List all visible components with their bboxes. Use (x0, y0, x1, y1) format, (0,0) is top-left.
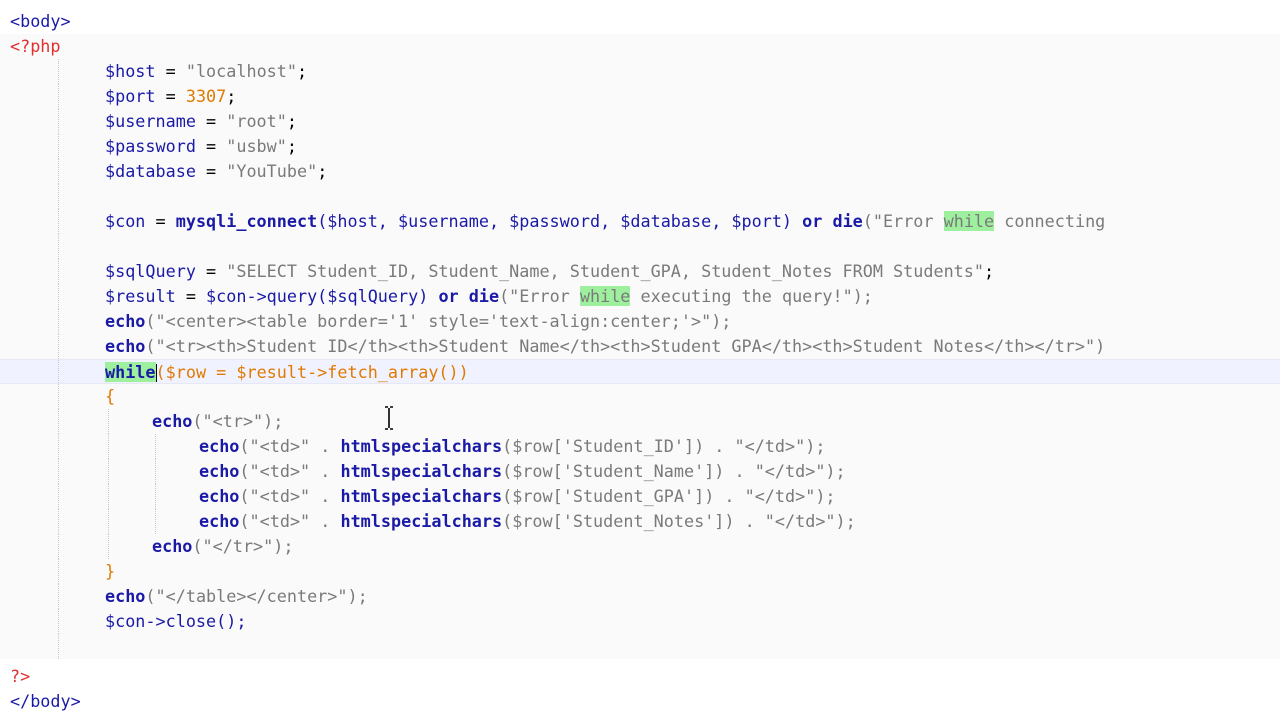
indent-guide (58, 584, 59, 609)
code-line-brace-close[interactable]: } (0, 559, 1280, 584)
indent-guide (108, 409, 109, 434)
indent-guide (58, 109, 59, 134)
indent-guide (58, 360, 59, 383)
indent-guide (58, 134, 59, 159)
ibeam-cursor-icon (385, 406, 393, 430)
code-editor[interactable]: <body> <?php $host = "localhost"; $port … (0, 0, 1280, 720)
code-line-connect[interactable]: $con = mysqli_connect($host, $username, … (0, 209, 1280, 234)
code-line-2[interactable]: <?php (0, 34, 1280, 59)
code-text: echo("</table></center>"); (105, 586, 368, 606)
indent-guide (58, 159, 59, 184)
code-line-blank[interactable] (0, 634, 1280, 659)
code-text: echo("</tr>"); (152, 536, 294, 556)
indent-guide (58, 84, 59, 109)
code-text: $host = "localhost"; (105, 61, 308, 81)
code-line-blank[interactable] (0, 184, 1280, 209)
code-line-echo-table-close[interactable]: echo("</table></center>"); (0, 584, 1280, 609)
indent-guide (155, 509, 156, 534)
indent-guide (58, 284, 59, 309)
indent-guide (58, 634, 59, 659)
code-text: $database = "YouTube"; (105, 161, 328, 181)
code-text: echo("<tr><th>Student ID</th><th>Student… (105, 336, 1106, 356)
search-match-highlight: while (943, 211, 995, 231)
indent-guide (58, 234, 59, 259)
indent-guide (58, 334, 59, 359)
code-line-brace-open[interactable]: { (0, 384, 1280, 409)
code-line-username[interactable]: $username = "root"; (0, 109, 1280, 134)
code-text: $username = "root"; (105, 111, 297, 131)
code-line-1[interactable]: <body> (0, 9, 1280, 34)
html-body-open-tag: <body> (10, 11, 71, 31)
code-text: $sqlQuery = "SELECT Student_ID, Student_… (105, 261, 995, 281)
code-line-td-notes[interactable]: echo("<td>" . htmlspecialchars($row['Stu… (0, 509, 1280, 534)
code-text: echo("<td>" . htmlspecialchars($row['Stu… (199, 436, 826, 456)
indent-guide (155, 459, 156, 484)
code-line-body-close[interactable]: </body> (0, 689, 1280, 714)
indent-guide (108, 509, 109, 534)
indent-guide (58, 184, 59, 209)
php-close-tag: ?> (10, 666, 31, 686)
code-line-php-close[interactable]: ?> (0, 664, 1280, 689)
indent-guide (155, 484, 156, 509)
code-line-password[interactable]: $password = "usbw"; (0, 134, 1280, 159)
indent-guide (58, 609, 59, 634)
code-text: $con->close(); (105, 611, 247, 631)
indent-guide (155, 434, 156, 459)
indent-guide (58, 209, 59, 234)
code-line-echo-tr-close[interactable]: echo("</tr>"); (0, 534, 1280, 559)
code-text: echo("<center><table border='1' style='t… (105, 311, 732, 331)
code-line-host[interactable]: $host = "localhost"; (0, 59, 1280, 84)
html-body-close-tag: </body> (10, 691, 81, 711)
search-match-highlight: while (579, 286, 631, 306)
code-text: } (105, 561, 116, 581)
code-line-result[interactable]: $result = $con->query($sqlQuery) or die(… (0, 284, 1280, 309)
code-text: while($row = $result->fetch_array()) (105, 362, 469, 382)
indent-guide (58, 559, 59, 584)
code-text: echo("<tr>"); (152, 411, 284, 431)
indent-guide (58, 484, 59, 509)
code-text: $result = $con->query($sqlQuery) or die(… (105, 286, 873, 306)
indent-guide (58, 509, 59, 534)
code-text: { (105, 386, 116, 406)
code-text: echo("<td>" . htmlspecialchars($row['Stu… (199, 511, 856, 531)
code-line-td-gpa[interactable]: echo("<td>" . htmlspecialchars($row['Stu… (0, 484, 1280, 509)
indent-guide (58, 534, 59, 559)
indent-guide (58, 459, 59, 484)
indent-guide (108, 484, 109, 509)
indent-guide (58, 309, 59, 334)
code-line-blank[interactable] (0, 234, 1280, 259)
indent-guide (108, 434, 109, 459)
code-line-echo-header[interactable]: echo("<tr><th>Student ID</th><th>Student… (0, 334, 1280, 359)
code-line-sqlquery[interactable]: $sqlQuery = "SELECT Student_ID, Student_… (0, 259, 1280, 284)
code-line-td-id[interactable]: echo("<td>" . htmlspecialchars($row['Stu… (0, 434, 1280, 459)
code-line-td-name[interactable]: echo("<td>" . htmlspecialchars($row['Stu… (0, 459, 1280, 484)
indent-guide (108, 534, 109, 559)
code-text: echo("<td>" . htmlspecialchars($row['Stu… (199, 486, 836, 506)
code-line-close[interactable]: $con->close(); (0, 609, 1280, 634)
code-text: $con = mysqli_connect($host, $username, … (105, 211, 1106, 231)
code-line-echo-table[interactable]: echo("<center><table border='1' style='t… (0, 309, 1280, 334)
indent-guide (108, 459, 109, 484)
code-line-database[interactable]: $database = "YouTube"; (0, 159, 1280, 184)
code-line-echo-tr[interactable]: echo("<tr>"); (0, 409, 1280, 434)
indent-guide (58, 409, 59, 434)
indent-guide (58, 384, 59, 409)
code-text: $password = "usbw"; (105, 136, 297, 156)
code-line-while-current[interactable]: while($row = $result->fetch_array()) (0, 359, 1280, 384)
code-line-port[interactable]: $port = 3307; (0, 84, 1280, 109)
indent-guide (58, 434, 59, 459)
code-text: $port = 3307; (105, 86, 237, 106)
code-text: echo("<td>" . htmlspecialchars($row['Stu… (199, 461, 846, 481)
php-open-tag: <?php (10, 36, 61, 56)
indent-guide (58, 59, 59, 84)
indent-guide (58, 259, 59, 284)
search-match-highlight: while (105, 362, 156, 382)
